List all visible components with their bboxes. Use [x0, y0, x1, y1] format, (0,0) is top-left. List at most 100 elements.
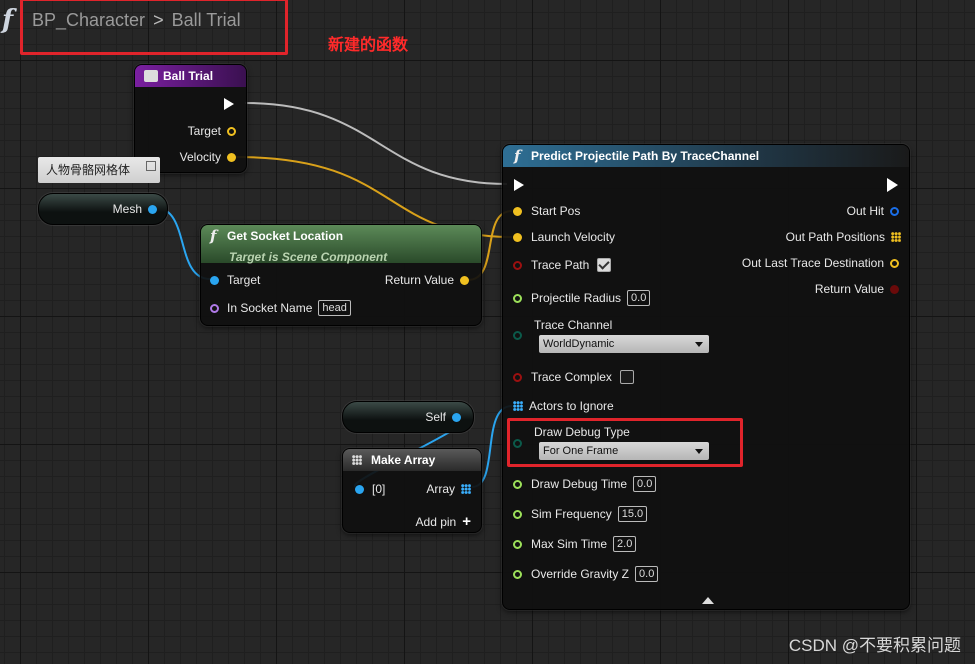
add-pin-row[interactable]: Add pin +: [416, 513, 471, 530]
predict-title: Predict Projectile Path By TraceChannel: [531, 149, 760, 163]
make-array-node[interactable]: Make Array [0] Array Add pin +: [342, 448, 482, 533]
trace-channel-pin-row: [513, 331, 522, 340]
ball-trial-header[interactable]: Ball Trial: [135, 65, 246, 87]
override-gravity-input[interactable]: 0.0: [635, 566, 659, 582]
trace-path-row: Trace Path: [513, 258, 612, 272]
array-icon: [352, 455, 362, 465]
projectile-radius-input[interactable]: 0.0: [627, 290, 651, 306]
trace-channel-pin[interactable]: [513, 331, 522, 340]
trace-channel-label-row: Trace Channel: [534, 318, 612, 332]
ball-trial-target-row: Target: [188, 124, 236, 138]
predict-header[interactable]: f Predict Projectile Path By TraceChanne…: [503, 145, 909, 167]
exec-out-pin[interactable]: [887, 178, 898, 192]
actors-to-ignore-pin[interactable]: [513, 401, 523, 411]
get-socket-subtitle: Target is Scene Component: [229, 250, 388, 264]
make-array-out-row: Array: [426, 482, 471, 496]
sim-frequency-pin[interactable]: [513, 509, 522, 519]
out-last-trace-pin[interactable]: [890, 258, 899, 268]
predict-return-label: Return Value: [814, 282, 884, 296]
predict-projectile-path-node[interactable]: f Predict Projectile Path By TraceChanne…: [502, 144, 910, 610]
target-pin[interactable]: [227, 126, 236, 136]
function-icon: f: [514, 147, 521, 165]
socket-name-pin[interactable]: [210, 303, 219, 313]
self-label: Self: [425, 410, 446, 424]
draw-debug-time-input[interactable]: 0.0: [633, 476, 657, 492]
projectile-radius-label: Projectile Radius: [531, 291, 622, 305]
highlight-box-breadcrumb: [20, 0, 288, 55]
socket-target-label: Target: [227, 273, 261, 287]
out-hit-label: Out Hit: [846, 204, 884, 218]
add-pin-label: Add pin: [415, 514, 457, 529]
annotation-label: 新建的函数: [328, 37, 409, 54]
make-array-header[interactable]: Make Array: [343, 449, 481, 471]
array-element-pin[interactable]: [355, 484, 364, 494]
trace-path-checkbox[interactable]: [597, 258, 612, 272]
trace-path-pin[interactable]: [513, 260, 522, 270]
draw-debug-time-label: Draw Debug Time: [531, 477, 628, 491]
sim-frequency-row: Sim Frequency 15.0: [513, 506, 648, 522]
trace-complex-row: Trace Complex: [513, 370, 634, 384]
function-icon: f: [2, 5, 14, 35]
exec-out-pin[interactable]: [224, 98, 234, 110]
plus-icon[interactable]: +: [462, 513, 471, 530]
trace-complex-label: Trace Complex: [531, 370, 612, 384]
out-hit-pin[interactable]: [890, 206, 899, 216]
actors-to-ignore-row: Actors to Ignore: [513, 399, 614, 413]
start-pos-pin[interactable]: [513, 206, 522, 216]
socket-name-row: In Socket Name head: [210, 300, 351, 316]
mesh-out-pin[interactable]: [148, 204, 157, 214]
ball-trial-title: Ball Trial: [163, 69, 214, 83]
array-out-pin[interactable]: [461, 484, 471, 494]
self-variable-node[interactable]: Self: [342, 401, 474, 433]
ball-trial-velocity-label: Velocity: [179, 150, 221, 164]
socket-name-input[interactable]: head: [318, 300, 351, 316]
watermark: CSDN @不要积累问题: [788, 636, 961, 655]
max-sim-time-pin[interactable]: [513, 539, 522, 549]
get-socket-title: Get Socket Location: [227, 229, 344, 243]
mesh-label: Mesh: [112, 202, 142, 216]
socket-return-row: Return Value: [385, 273, 469, 287]
out-last-trace-label: Out Last Trace Destination: [741, 256, 884, 270]
tooltip-corner-icon: [146, 161, 156, 171]
ball-trial-target-label: Target: [187, 124, 221, 138]
function-icon: f: [210, 227, 217, 245]
make-array-title: Make Array: [371, 453, 436, 467]
collapse-arrow-icon[interactable]: [702, 597, 714, 604]
sim-frequency-input[interactable]: 15.0: [617, 506, 648, 522]
out-path-positions-pin[interactable]: [891, 232, 901, 242]
get-socket-header[interactable]: f Get Socket Location Target is Scene Co…: [201, 225, 481, 264]
draw-debug-time-pin[interactable]: [513, 479, 522, 489]
exec-wire: [244, 102, 508, 185]
socket-target-pin[interactable]: [210, 275, 219, 285]
override-gravity-label: Override Gravity Z: [531, 567, 630, 581]
predict-return-pin[interactable]: [890, 284, 899, 294]
actors-to-ignore-label: Actors to Ignore: [529, 399, 614, 413]
array-out-label: Array: [426, 482, 455, 496]
get-socket-location-node[interactable]: f Get Socket Location Target is Scene Co…: [200, 224, 482, 326]
out-path-positions-label: Out Path Positions: [785, 230, 885, 244]
override-gravity-pin[interactable]: [513, 569, 522, 579]
trace-complex-checkbox[interactable]: [619, 370, 634, 384]
launch-velocity-pin[interactable]: [513, 232, 522, 242]
chevron-down-icon: [695, 342, 703, 347]
mesh-variable-node[interactable]: Mesh: [38, 193, 168, 225]
socket-return-pin[interactable]: [460, 275, 469, 285]
tooltip-text: 人物骨骼网格体: [46, 163, 131, 177]
mesh-row: Mesh: [113, 202, 157, 216]
highlight-box-draw-debug: [507, 418, 743, 467]
self-out-pin[interactable]: [452, 412, 461, 422]
function-entry-icon: [144, 70, 158, 82]
socket-target-row: Target: [210, 273, 260, 287]
trace-complex-pin[interactable]: [513, 372, 522, 382]
mesh-tooltip: 人物骨骼网格体: [38, 157, 160, 183]
projectile-radius-pin[interactable]: [513, 293, 522, 303]
trace-channel-value: WorldDynamic: [543, 338, 615, 350]
predict-return-row: Return Value: [815, 282, 899, 296]
trace-channel-dropdown[interactable]: WorldDynamic: [539, 335, 709, 353]
array-index-label: [0]: [372, 482, 386, 496]
max-sim-time-input[interactable]: 2.0: [613, 536, 637, 552]
projectile-radius-row: Projectile Radius 0.0: [513, 290, 651, 306]
max-sim-time-row: Max Sim Time 2.0: [513, 536, 637, 552]
exec-in-pin[interactable]: [514, 179, 524, 191]
velocity-pin[interactable]: [227, 152, 236, 162]
